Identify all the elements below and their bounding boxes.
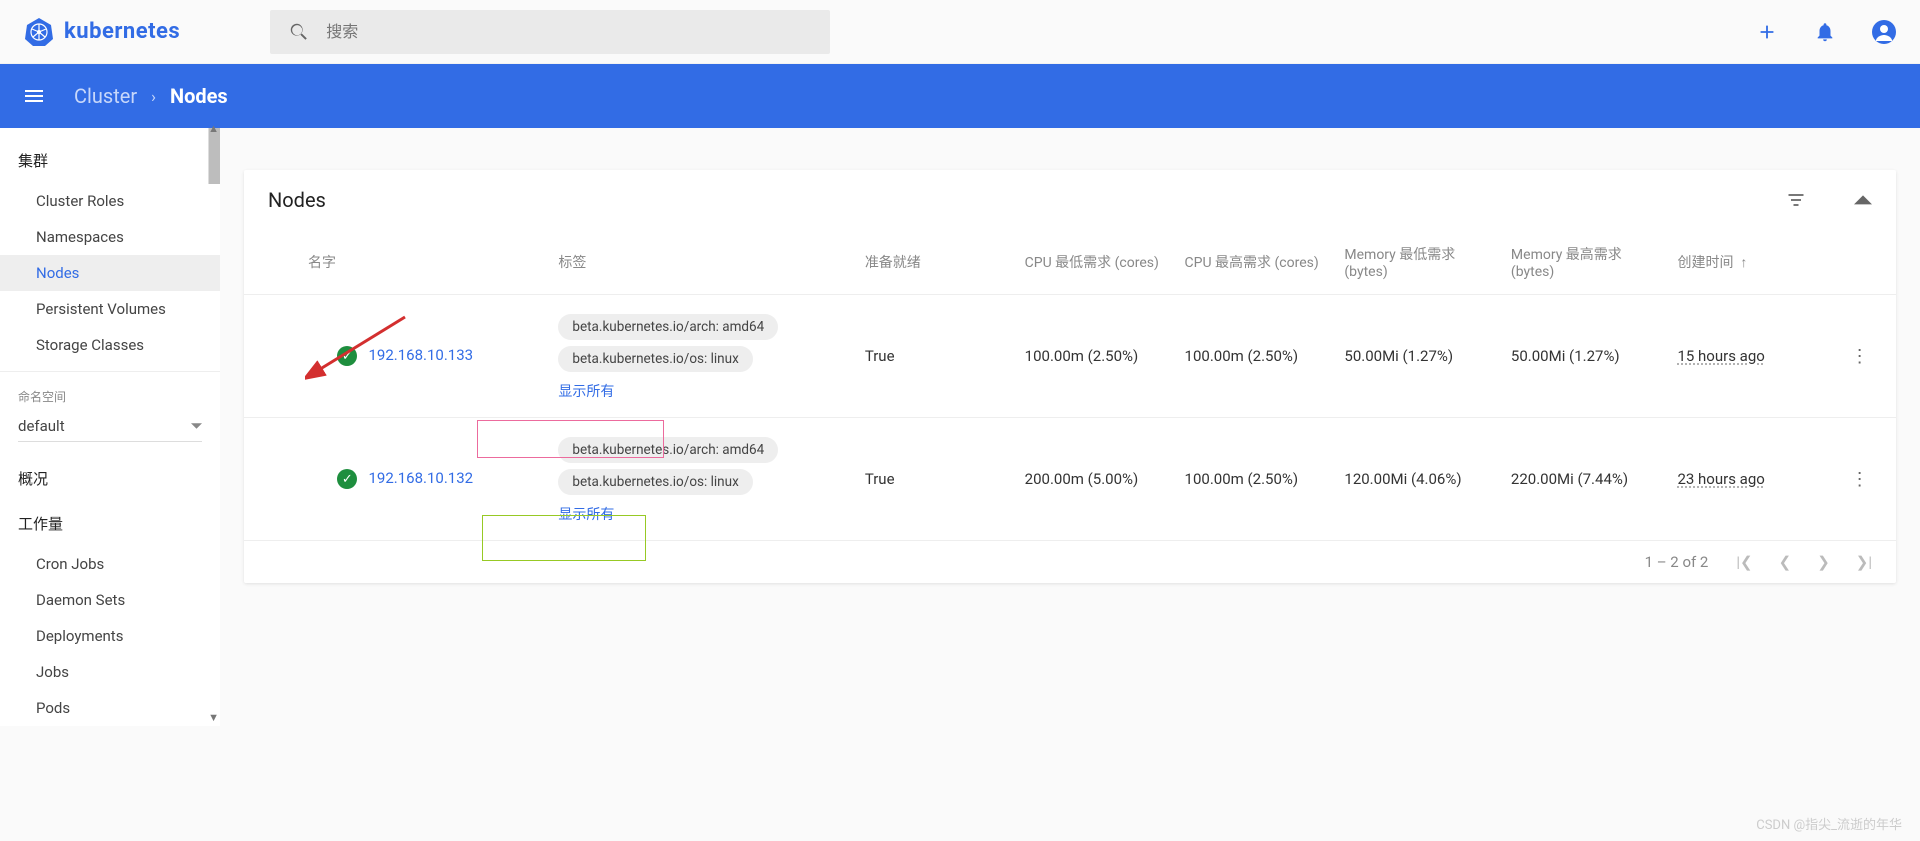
sidebar-item-storage-classes[interactable]: Storage Classes <box>0 327 220 363</box>
pager-prev-icon[interactable]: ❮ <box>1779 553 1792 571</box>
cell-mem-lim: 220.00Mi (7.44%) <box>1503 418 1670 541</box>
cell-ready: True <box>857 295 1017 418</box>
col-ready[interactable]: 准备就绪 <box>857 230 1017 295</box>
cell-cpu-req: 200.00m (5.00%) <box>1017 418 1177 541</box>
breadcrumb-bar: Cluster › Nodes <box>0 64 1920 128</box>
pager: 1 – 2 of 2 |❮ ❮ ❯ ❯| <box>244 541 1896 583</box>
cell-cpu-lim: 100.00m (2.50%) <box>1177 295 1337 418</box>
sidebar-section-overview[interactable]: 概况 <box>0 456 220 501</box>
cell-created: 23 hours ago <box>1677 470 1764 488</box>
breadcrumb-current: Nodes <box>170 84 228 108</box>
brand-logo[interactable]: kubernetes <box>24 17 180 47</box>
namespace-value: default <box>18 417 65 435</box>
pager-next-icon[interactable]: ❯ <box>1817 553 1830 571</box>
row-menu-icon[interactable]: ⋮ <box>1851 346 1869 367</box>
pager-last-icon[interactable]: ❯| <box>1856 553 1872 571</box>
dropdown-icon <box>191 421 202 432</box>
sidebar: ▲ 集群 Cluster RolesNamespacesNodesPersist… <box>0 128 220 726</box>
node-link[interactable]: 192.168.10.132 <box>368 469 473 487</box>
col-mem-lim[interactable]: Memory 最高需求 (bytes) <box>1503 230 1670 295</box>
top-actions <box>1756 20 1896 44</box>
label-chip: beta.kubernetes.io/os: linux <box>558 469 752 495</box>
status-ok-icon: ✓ <box>337 346 357 366</box>
brand-text: kubernetes <box>64 19 180 44</box>
sidebar-item-pods[interactable]: Pods <box>0 690 220 726</box>
node-link[interactable]: 192.168.10.133 <box>368 346 473 364</box>
sidebar-section-cluster[interactable]: 集群 <box>0 138 220 183</box>
show-all-link[interactable]: 显示所有 <box>558 504 848 524</box>
cell-mem-lim: 50.00Mi (1.27%) <box>1503 295 1670 418</box>
namespace-label: 命名空间 <box>0 380 220 409</box>
label-chip: beta.kubernetes.io/arch: amd64 <box>558 314 778 340</box>
cell-created: 15 hours ago <box>1677 347 1764 365</box>
nodes-table: 名字 标签 准备就绪 CPU 最低需求 (cores) CPU 最高需求 (co… <box>244 230 1896 541</box>
search-box[interactable] <box>270 10 830 54</box>
col-cpu-lim[interactable]: CPU 最高需求 (cores) <box>1177 230 1337 295</box>
sidebar-item-deployments[interactable]: Deployments <box>0 618 220 654</box>
kubernetes-icon <box>24 17 54 47</box>
search-input[interactable] <box>326 22 812 41</box>
bell-icon[interactable] <box>1814 21 1836 43</box>
hamburger-icon[interactable] <box>22 84 46 108</box>
breadcrumb-root[interactable]: Cluster <box>74 84 137 108</box>
cell-mem-req: 50.00Mi (1.27%) <box>1336 295 1503 418</box>
filter-icon[interactable] <box>1786 190 1806 210</box>
user-icon[interactable] <box>1872 20 1896 44</box>
sidebar-item-cluster-roles[interactable]: Cluster Roles <box>0 183 220 219</box>
row-menu-icon[interactable]: ⋮ <box>1851 469 1869 490</box>
sidebar-item-daemon-sets[interactable]: Daemon Sets <box>0 582 220 618</box>
watermark: CSDN @指尖_流逝的年华 <box>1756 814 1902 833</box>
pager-text: 1 – 2 of 2 <box>1645 553 1709 571</box>
col-name[interactable]: 名字 <box>244 230 550 295</box>
label-chip: beta.kubernetes.io/arch: amd64 <box>558 437 778 463</box>
label-chip: beta.kubernetes.io/os: linux <box>558 346 752 372</box>
card-title: Nodes <box>268 188 326 212</box>
col-labels[interactable]: 标签 <box>550 230 856 295</box>
cell-cpu-lim: 100.00m (2.50%) <box>1177 418 1337 541</box>
nodes-card: Nodes 名字 标签 准备就绪 CPU 最低需求 (cores) CPU 最高… <box>244 170 1896 583</box>
table-row: ✓ 192.168.10.133 beta.kubernetes.io/arch:… <box>244 295 1896 418</box>
sidebar-item-nodes[interactable]: Nodes <box>0 255 220 291</box>
table-row: ✓ 192.168.10.132 beta.kubernetes.io/arch:… <box>244 418 1896 541</box>
search-icon <box>288 21 310 43</box>
cell-cpu-req: 100.00m (2.50%) <box>1017 295 1177 418</box>
top-bar: kubernetes <box>0 0 1920 64</box>
scrollbar-down-icon[interactable]: ▼ <box>208 711 219 724</box>
col-created[interactable]: 创建时间 ↑ <box>1669 230 1842 295</box>
scrollbar-thumb[interactable]: ▲ <box>208 128 220 184</box>
breadcrumb-separator: › <box>151 87 156 106</box>
cell-ready: True <box>857 418 1017 541</box>
col-mem-req[interactable]: Memory 最低需求 (bytes) <box>1336 230 1503 295</box>
sidebar-item-cron-jobs[interactable]: Cron Jobs <box>0 546 220 582</box>
sidebar-item-persistent-volumes[interactable]: Persistent Volumes <box>0 291 220 327</box>
scrollbar-up-icon[interactable]: ▲ <box>208 122 219 135</box>
main-content: Nodes 名字 标签 准备就绪 CPU 最低需求 (cores) CPU 最高… <box>220 128 1920 726</box>
namespace-select[interactable]: default <box>18 413 202 442</box>
show-all-link[interactable]: 显示所有 <box>558 381 848 401</box>
pager-first-icon[interactable]: |❮ <box>1736 553 1752 571</box>
collapse-icon[interactable] <box>1854 190 1872 208</box>
sidebar-item-jobs[interactable]: Jobs <box>0 654 220 690</box>
cell-mem-req: 120.00Mi (4.06%) <box>1336 418 1503 541</box>
col-cpu-req[interactable]: CPU 最低需求 (cores) <box>1017 230 1177 295</box>
sidebar-item-namespaces[interactable]: Namespaces <box>0 219 220 255</box>
status-ok-icon: ✓ <box>337 469 357 489</box>
plus-icon[interactable] <box>1756 21 1778 43</box>
sidebar-section-workload[interactable]: 工作量 <box>0 501 220 546</box>
